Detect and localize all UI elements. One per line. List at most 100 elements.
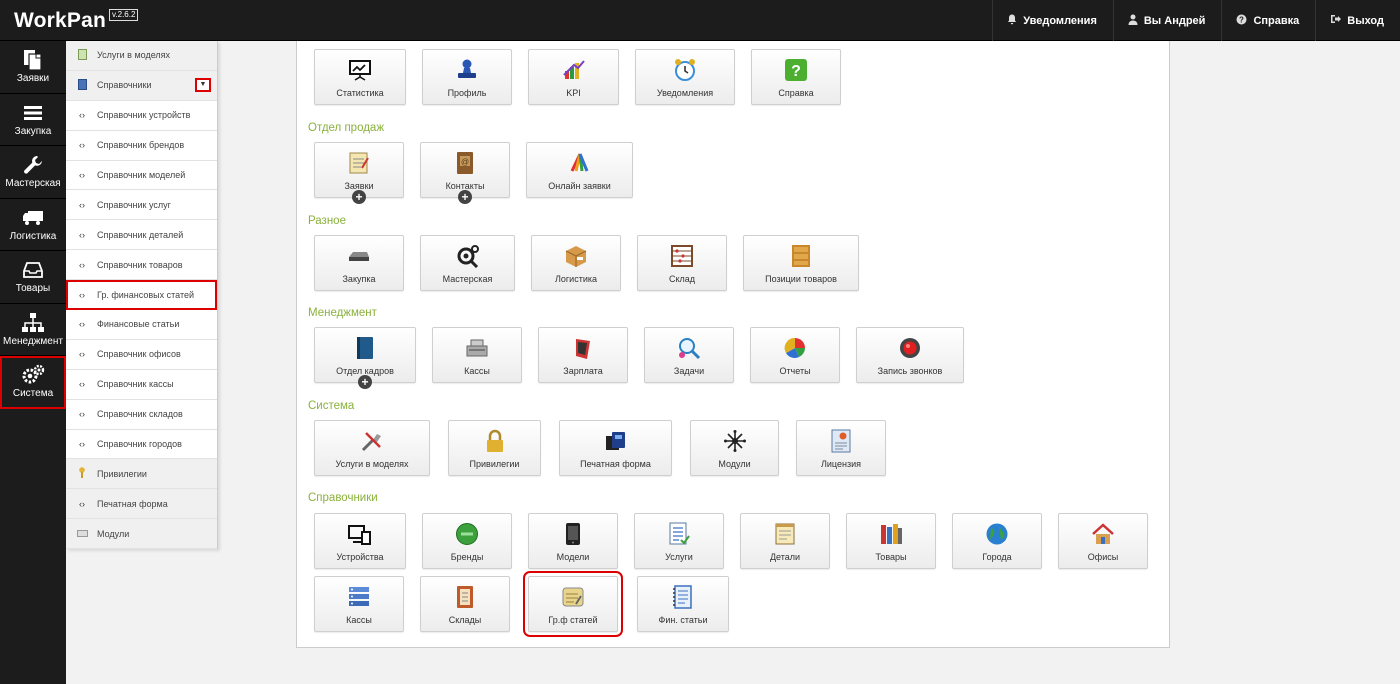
submenu-item-print-form[interactable]: ‹› Печатная форма — [66, 489, 217, 520]
tile-hr[interactable]: Отдел кадров + — [314, 327, 416, 389]
tile-purchase[interactable]: Закупка — [314, 235, 404, 291]
tile-contacts[interactable]: @ Контакты + — [420, 142, 510, 204]
chevron-down-icon[interactable]: ▼ — [195, 77, 211, 92]
help-link[interactable]: ? Справка — [1221, 0, 1315, 41]
sidebar-item-system[interactable]: Система — [0, 356, 66, 409]
sidebar-item-logistics[interactable]: Логистика — [0, 199, 66, 251]
submenu-item-goods[interactable]: ‹› Справочник товаров — [66, 250, 217, 281]
tile-models[interactable]: Модели — [528, 513, 618, 569]
card-reader-icon — [604, 429, 628, 453]
tile-modules[interactable]: Модули — [690, 420, 779, 476]
sidebar-item-management[interactable]: Менеджмент — [0, 304, 66, 356]
tile-cashboxes[interactable]: Кассы — [432, 327, 522, 383]
sidebar-item-workshop[interactable]: Мастерская — [0, 146, 66, 199]
tile-privileges[interactable]: Привилегии — [448, 420, 541, 476]
submenu-item-parts[interactable]: ‹› Справочник деталей — [66, 220, 217, 251]
tile-brands[interactable]: Бренды — [422, 513, 512, 569]
section-title-misc: Разное — [308, 215, 346, 227]
tile-license[interactable]: Лицензия — [796, 420, 886, 476]
tile-parts[interactable]: Детали — [740, 513, 830, 569]
submenu-item-privileges[interactable]: Привилегии — [66, 459, 217, 490]
tile-label: Профиль — [447, 88, 487, 98]
submenu-item-services[interactable]: ‹› Справочник услуг — [66, 190, 217, 221]
plus-icon[interactable]: + — [352, 190, 366, 204]
tile-tasks[interactable]: Задачи — [644, 327, 734, 383]
phone-icon — [561, 522, 585, 546]
tile-label: Города — [982, 552, 1012, 562]
pie-chart-icon — [783, 336, 807, 360]
tile-salary[interactable]: Зарплата — [538, 327, 628, 383]
code-icon: ‹› — [79, 110, 85, 121]
truck-icon — [22, 207, 44, 229]
tile-label: Задачи — [673, 366, 705, 376]
alarm-clock-icon — [673, 58, 697, 82]
tile-call-recording[interactable]: Запись звонков — [856, 327, 964, 383]
bell-icon — [1007, 14, 1017, 28]
tile-help[interactable]: ? Справка — [751, 49, 841, 105]
plus-icon[interactable]: + — [458, 190, 472, 204]
chart-icon — [562, 58, 586, 82]
tile-logistics[interactable]: Логистика — [531, 235, 621, 291]
tile-warehouses[interactable]: Склады — [420, 576, 510, 632]
svg-text:?: ? — [1239, 15, 1244, 24]
tile-model-services[interactable]: Услуги в моделях — [314, 420, 430, 476]
tile-fin-groups[interactable]: Гр.ф статей — [523, 571, 623, 637]
tile-goods[interactable]: Товары — [846, 513, 936, 569]
submenu-item-model-services[interactable]: Услуги в моделях — [66, 41, 217, 71]
app-logo[interactable]: WorkPan — [14, 9, 106, 33]
submenu-item-fin-groups[interactable]: ‹› Гр. финансовых статей — [66, 280, 217, 311]
tile-label: Услуги в моделях — [335, 459, 409, 469]
code-icon: ‹› — [79, 349, 85, 360]
book-icon — [77, 78, 87, 92]
tile-label: Детали — [769, 552, 801, 562]
logout-link[interactable]: Выход — [1315, 0, 1400, 41]
list-icon — [23, 102, 43, 124]
submenu-item-cities[interactable]: ‹› Справочник городов — [66, 429, 217, 460]
submenu-item-warehouses[interactable]: ‹› Справочник складов — [66, 399, 217, 430]
submenu-item-models[interactable]: ‹› Справочник моделей — [66, 160, 217, 191]
submenu-item-devices[interactable]: ‹› Справочник устройств — [66, 100, 217, 131]
tile-offices[interactable]: Офисы — [1058, 513, 1148, 569]
question-icon: ? — [1236, 14, 1247, 28]
tile-online-requests[interactable]: Онлайн заявки — [526, 142, 633, 198]
help-label: Справка — [1253, 14, 1300, 27]
tile-print-form[interactable]: Печатная форма — [559, 420, 672, 476]
tile-label: Фин. статьи — [658, 615, 708, 625]
sidebar-item-requests[interactable]: Заявки — [0, 41, 66, 94]
tile-statistics[interactable]: Статистика — [314, 49, 406, 105]
code-icon: ‹› — [79, 140, 85, 151]
submenu-item-label: Справочник товаров — [97, 259, 183, 270]
tile-fin-articles[interactable]: Фин. статьи — [637, 576, 729, 632]
section-title-sales: Отдел продаж — [308, 122, 385, 134]
tile-workshop[interactable]: Мастерская — [420, 235, 515, 291]
notifications-link[interactable]: Уведомления — [992, 0, 1113, 41]
tile-notifications[interactable]: Уведомления — [635, 49, 735, 105]
plus-icon[interactable]: + — [358, 375, 372, 389]
tile-reports[interactable]: Отчеты — [750, 327, 840, 383]
tile-kpi[interactable]: KPI — [528, 49, 619, 105]
user-link[interactable]: Вы Андрей — [1112, 0, 1222, 41]
top-nav: Уведомления Вы Андрей ? Справка Выход — [992, 0, 1400, 41]
tile-services[interactable]: Услуги — [634, 513, 724, 569]
sidebar-item-purchase[interactable]: Закупка — [0, 94, 66, 146]
submenu-item-fin-articles[interactable]: ‹› Финансовые статьи — [66, 310, 217, 340]
sidebar-item-label: Товары — [15, 283, 51, 295]
sidebar-item-goods[interactable]: Товары — [0, 251, 66, 304]
tile-cities[interactable]: Города — [952, 513, 1042, 569]
tile-cashbox[interactable]: Кассы — [314, 576, 404, 632]
submenu-item-directories[interactable]: Справочники ▼ — [66, 70, 217, 101]
submenu-item-modules[interactable]: Модули — [66, 519, 217, 550]
tile-warehouse[interactable]: Склад — [637, 235, 727, 291]
tile-label: Товары — [875, 552, 907, 562]
book-icon — [353, 336, 377, 360]
address-book-icon — [453, 585, 477, 609]
tile-profile[interactable]: Профиль — [422, 49, 512, 105]
tile-devices[interactable]: Устройства — [314, 513, 406, 569]
submenu-item-cashbox[interactable]: ‹› Справочник кассы — [66, 369, 217, 400]
submenu-item-label: Справочник моделей — [97, 170, 186, 180]
submenu-item-offices[interactable]: ‹› Справочник офисов — [66, 339, 217, 370]
submenu-item-brands[interactable]: ‹› Справочник брендов — [66, 130, 217, 161]
exit-icon — [1330, 14, 1342, 27]
tile-product-positions[interactable]: Позиции товаров — [743, 235, 859, 291]
tile-requests[interactable]: Заявки + — [314, 142, 404, 204]
